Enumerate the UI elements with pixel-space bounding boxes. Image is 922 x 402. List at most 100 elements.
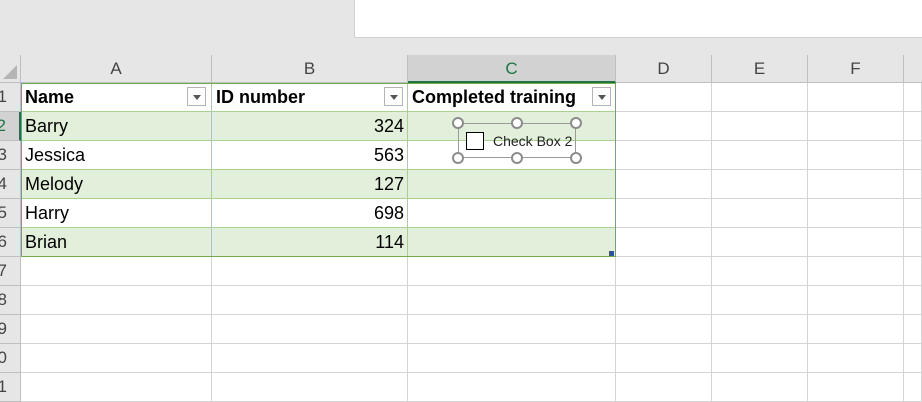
resize-handle-icon[interactable] — [511, 117, 523, 129]
empty-cell[interactable] — [212, 257, 408, 286]
row-header-5[interactable]: 5 — [0, 199, 21, 228]
resize-handle-icon[interactable] — [570, 152, 582, 164]
empty-cell[interactable] — [808, 315, 904, 344]
column-header-f[interactable]: F — [808, 55, 904, 83]
empty-cell[interactable] — [616, 286, 712, 315]
resize-handle-icon[interactable] — [511, 152, 523, 164]
empty-cell[interactable] — [808, 373, 904, 402]
cell-completed[interactable] — [408, 228, 616, 257]
cell-e6[interactable] — [712, 228, 808, 257]
check-box-2[interactable]: Check Box 2 — [452, 117, 582, 164]
empty-cell[interactable] — [212, 373, 408, 402]
cell-g4[interactable] — [904, 170, 922, 199]
empty-cell[interactable] — [212, 315, 408, 344]
cell-g2[interactable] — [904, 112, 922, 141]
empty-cell[interactable] — [712, 315, 808, 344]
row-header-11[interactable]: 11 — [0, 373, 21, 402]
empty-cell[interactable] — [616, 344, 712, 373]
column-header-e[interactable]: E — [712, 55, 808, 83]
resize-handle-icon[interactable] — [452, 117, 464, 129]
empty-cell[interactable] — [408, 344, 616, 373]
cell-name[interactable]: Melody — [21, 170, 212, 199]
empty-cell[interactable] — [408, 315, 616, 344]
select-all-corner[interactable] — [0, 55, 21, 83]
table-resize-handle[interactable] — [609, 251, 614, 256]
cell-f4[interactable] — [808, 170, 904, 199]
cell-g6[interactable] — [904, 228, 922, 257]
resize-handle-icon[interactable] — [452, 152, 464, 164]
empty-cell[interactable] — [904, 344, 922, 373]
empty-cell[interactable] — [21, 344, 212, 373]
empty-cell[interactable] — [408, 286, 616, 315]
empty-cell[interactable] — [21, 286, 212, 315]
cell-id[interactable]: 563 — [212, 141, 408, 170]
cell-id[interactable]: 324 — [212, 112, 408, 141]
table-header-name[interactable]: Name — [21, 83, 212, 112]
cell-f5[interactable] — [808, 199, 904, 228]
empty-cell[interactable] — [616, 373, 712, 402]
column-header-b[interactable]: B — [212, 55, 408, 83]
empty-cell[interactable] — [616, 315, 712, 344]
row-header-9[interactable]: 9 — [0, 315, 21, 344]
empty-cell[interactable] — [212, 344, 408, 373]
cell-g1[interactable] — [904, 83, 922, 112]
row-header-3[interactable]: 3 — [0, 141, 21, 170]
row-header-7[interactable]: 7 — [0, 257, 21, 286]
cell-id[interactable]: 114 — [212, 228, 408, 257]
row-header-8[interactable]: 8 — [0, 286, 21, 315]
cell-d1[interactable] — [616, 83, 712, 112]
cell-f2[interactable] — [808, 112, 904, 141]
cell-d6[interactable] — [616, 228, 712, 257]
cell-name[interactable]: Brian — [21, 228, 212, 257]
empty-cell[interactable] — [904, 286, 922, 315]
row-header-2[interactable]: 2 — [0, 112, 21, 141]
cell-d4[interactable] — [616, 170, 712, 199]
column-header-a[interactable]: A — [21, 55, 212, 83]
cell-e3[interactable] — [712, 141, 808, 170]
empty-cell[interactable] — [904, 315, 922, 344]
column-header-partial[interactable] — [904, 55, 922, 83]
cell-name[interactable]: Barry — [21, 112, 212, 141]
filter-dropdown-icon[interactable] — [384, 87, 403, 106]
empty-cell[interactable] — [712, 344, 808, 373]
cell-completed[interactable] — [408, 199, 616, 228]
checkbox-unchecked-icon[interactable] — [466, 132, 484, 150]
cell-g3[interactable] — [904, 141, 922, 170]
cell-e4[interactable] — [712, 170, 808, 199]
cell-d2[interactable] — [616, 112, 712, 141]
empty-cell[interactable] — [21, 257, 212, 286]
empty-cell[interactable] — [408, 257, 616, 286]
formula-bar[interactable] — [354, 0, 922, 38]
column-header-c[interactable]: C — [408, 55, 616, 83]
cell-name[interactable]: Jessica — [21, 141, 212, 170]
empty-cell[interactable] — [616, 257, 712, 286]
cell-g5[interactable] — [904, 199, 922, 228]
empty-cell[interactable] — [21, 373, 212, 402]
cell-d5[interactable] — [616, 199, 712, 228]
empty-cell[interactable] — [712, 373, 808, 402]
empty-cell[interactable] — [712, 286, 808, 315]
cell-id[interactable]: 127 — [212, 170, 408, 199]
table-header-id[interactable]: ID number — [212, 83, 408, 112]
empty-cell[interactable] — [808, 344, 904, 373]
empty-cell[interactable] — [21, 315, 212, 344]
cell-e5[interactable] — [712, 199, 808, 228]
filter-dropdown-icon[interactable] — [592, 87, 611, 106]
row-header-4[interactable]: 4 — [0, 170, 21, 199]
cell-f1[interactable] — [808, 83, 904, 112]
empty-cell[interactable] — [212, 286, 408, 315]
filter-dropdown-icon[interactable] — [187, 87, 206, 106]
empty-cell[interactable] — [808, 257, 904, 286]
empty-cell[interactable] — [904, 257, 922, 286]
resize-handle-icon[interactable] — [570, 117, 582, 129]
cell-d3[interactable] — [616, 141, 712, 170]
row-header-1[interactable]: 1 — [0, 83, 21, 112]
cell-id[interactable]: 698 — [212, 199, 408, 228]
table-header-completed[interactable]: Completed training — [408, 83, 616, 112]
empty-cell[interactable] — [408, 373, 616, 402]
column-header-d[interactable]: D — [616, 55, 712, 83]
cell-f3[interactable] — [808, 141, 904, 170]
empty-cell[interactable] — [712, 257, 808, 286]
cell-e2[interactable] — [712, 112, 808, 141]
empty-cell[interactable] — [808, 286, 904, 315]
